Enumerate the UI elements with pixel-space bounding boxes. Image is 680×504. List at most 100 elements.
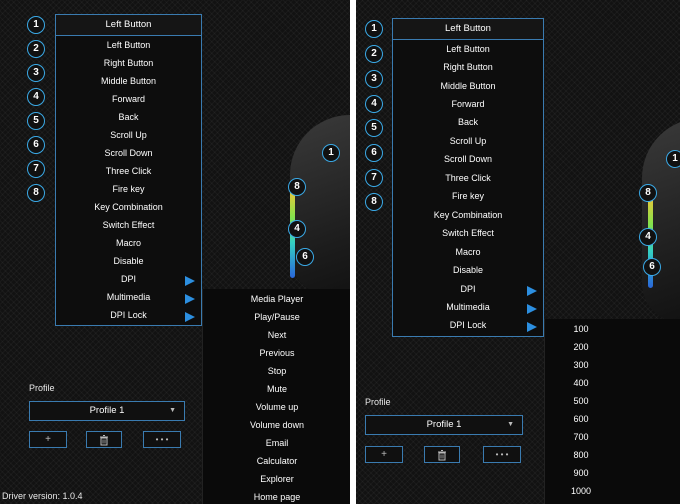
mouse-image xyxy=(290,115,350,295)
menu-item-multimedia[interactable]: Multimedia xyxy=(393,302,543,312)
menu-item-switch-effect[interactable]: Switch Effect xyxy=(56,220,201,230)
function-select-head[interactable]: Left Button xyxy=(392,18,544,40)
button-config-panel-right: 1 2 3 4 5 6 7 8 Left Button Left Button … xyxy=(356,0,680,504)
button-number-3[interactable]: 3 xyxy=(365,70,383,88)
mouse-marker-6[interactable]: 6 xyxy=(643,258,661,276)
button-number-5[interactable]: 5 xyxy=(365,119,383,137)
menu-item-dpi[interactable]: DPI xyxy=(56,274,201,284)
submenu-item-mute[interactable]: Mute xyxy=(203,384,350,394)
submenu-arrow-icon xyxy=(527,286,537,296)
button-config-panel-left: 1 2 3 4 5 6 7 8 Left Button Left Button … xyxy=(0,0,350,504)
profile-label: Profile xyxy=(365,397,391,407)
menu-item-left-button[interactable]: Left Button xyxy=(56,40,201,50)
button-number-6[interactable]: 6 xyxy=(27,136,45,154)
dpi-option-800[interactable]: 800 xyxy=(545,450,617,460)
dpi-option-300[interactable]: 300 xyxy=(545,360,617,370)
profile-select[interactable]: Profile 1 ▼ xyxy=(365,415,523,435)
mouse-marker-8[interactable]: 8 xyxy=(288,178,306,196)
chevron-down-icon: ▼ xyxy=(507,421,514,428)
mouse-marker-8[interactable]: 8 xyxy=(639,184,657,202)
more-options-button[interactable]: • • • xyxy=(483,446,521,463)
button-number-6[interactable]: 6 xyxy=(365,144,383,162)
button-number-2[interactable]: 2 xyxy=(27,40,45,58)
submenu-item-explorer[interactable]: Explorer xyxy=(203,474,350,484)
add-profile-button[interactable]: + xyxy=(29,431,67,448)
add-profile-button[interactable]: + xyxy=(365,446,403,463)
mouse-marker-1[interactable]: 1 xyxy=(322,144,340,162)
profile-select-value: Profile 1 xyxy=(426,419,462,430)
mouse-marker-6[interactable]: 6 xyxy=(296,248,314,266)
dpi-option-600[interactable]: 600 xyxy=(545,414,617,424)
button-number-2[interactable]: 2 xyxy=(365,45,383,63)
submenu-item-volume-down[interactable]: Volume down xyxy=(203,420,350,430)
dpi-submenu: 100 200 300 400 500 600 700 800 900 1000 xyxy=(544,319,680,504)
menu-item-scroll-down[interactable]: Scroll Down xyxy=(393,154,543,164)
menu-item-switch-effect[interactable]: Switch Effect xyxy=(393,228,543,238)
button-number-4[interactable]: 4 xyxy=(365,95,383,113)
button-number-3[interactable]: 3 xyxy=(27,64,45,82)
button-number-7[interactable]: 7 xyxy=(365,169,383,187)
submenu-item-calculator[interactable]: Calculator xyxy=(203,456,350,466)
mouse-marker-4[interactable]: 4 xyxy=(639,228,657,246)
trash-icon xyxy=(100,435,108,446)
menu-item-right-button[interactable]: Right Button xyxy=(393,62,543,72)
button-number-8[interactable]: 8 xyxy=(365,193,383,211)
menu-item-scroll-up[interactable]: Scroll Up xyxy=(393,136,543,146)
menu-item-fire-key[interactable]: Fire key xyxy=(56,184,201,194)
menu-item-middle-button[interactable]: Middle Button xyxy=(393,81,543,91)
menu-item-forward[interactable]: Forward xyxy=(56,94,201,104)
more-options-button[interactable]: • • • xyxy=(143,431,181,448)
button-number-1[interactable]: 1 xyxy=(365,20,383,38)
submenu-item-previous[interactable]: Previous xyxy=(203,348,350,358)
menu-item-three-click[interactable]: Three Click xyxy=(393,173,543,183)
submenu-item-email[interactable]: Email xyxy=(203,438,350,448)
menu-item-dpi-lock[interactable]: DPI Lock xyxy=(56,310,201,320)
dpi-option-700[interactable]: 700 xyxy=(545,432,617,442)
button-number-7[interactable]: 7 xyxy=(27,160,45,178)
dpi-option-500[interactable]: 500 xyxy=(545,396,617,406)
submenu-item-play-pause[interactable]: Play/Pause xyxy=(203,312,350,322)
button-number-5[interactable]: 5 xyxy=(27,112,45,130)
menu-item-macro[interactable]: Macro xyxy=(393,247,543,257)
button-number-8[interactable]: 8 xyxy=(27,184,45,202)
menu-item-forward[interactable]: Forward xyxy=(393,99,543,109)
delete-profile-button[interactable] xyxy=(86,431,122,448)
menu-item-multimedia[interactable]: Multimedia xyxy=(56,292,201,302)
menu-item-dpi[interactable]: DPI xyxy=(393,284,543,294)
dpi-option-1000[interactable]: 1000 xyxy=(545,486,617,496)
dpi-option-400[interactable]: 400 xyxy=(545,378,617,388)
menu-item-macro[interactable]: Macro xyxy=(56,238,201,248)
dpi-option-900[interactable]: 900 xyxy=(545,468,617,478)
menu-item-disable[interactable]: Disable xyxy=(56,256,201,266)
menu-item-fire-key[interactable]: Fire key xyxy=(393,191,543,201)
submenu-item-next[interactable]: Next xyxy=(203,330,350,340)
mouse-marker-4[interactable]: 4 xyxy=(288,220,306,238)
submenu-item-volume-up[interactable]: Volume up xyxy=(203,402,350,412)
submenu-item-home-page[interactable]: Home page xyxy=(203,492,350,502)
menu-item-back[interactable]: Back xyxy=(393,117,543,127)
menu-item-dpi-lock[interactable]: DPI Lock xyxy=(393,320,543,330)
delete-profile-button[interactable] xyxy=(424,446,460,463)
menu-item-middle-button[interactable]: Middle Button xyxy=(56,76,201,86)
menu-item-three-click[interactable]: Three Click xyxy=(56,166,201,176)
menu-item-right-button[interactable]: Right Button xyxy=(56,58,201,68)
submenu-item-stop[interactable]: Stop xyxy=(203,366,350,376)
profile-select-value: Profile 1 xyxy=(89,405,125,416)
trash-icon xyxy=(438,450,446,461)
mouse-marker-1[interactable]: 1 xyxy=(666,150,680,168)
menu-item-key-combination[interactable]: Key Combination xyxy=(56,202,201,212)
submenu-item-media-player[interactable]: Media Player xyxy=(203,294,350,304)
submenu-arrow-icon xyxy=(527,322,537,332)
menu-item-disable[interactable]: Disable xyxy=(393,265,543,275)
function-select-head[interactable]: Left Button xyxy=(55,14,202,36)
dpi-option-200[interactable]: 200 xyxy=(545,342,617,352)
menu-item-key-combination[interactable]: Key Combination xyxy=(393,210,543,220)
menu-item-scroll-up[interactable]: Scroll Up xyxy=(56,130,201,140)
profile-select[interactable]: Profile 1 ▼ xyxy=(29,401,185,421)
button-number-4[interactable]: 4 xyxy=(27,88,45,106)
dpi-option-100[interactable]: 100 xyxy=(545,324,617,334)
button-number-1[interactable]: 1 xyxy=(27,16,45,34)
menu-item-scroll-down[interactable]: Scroll Down xyxy=(56,148,201,158)
menu-item-back[interactable]: Back xyxy=(56,112,201,122)
menu-item-left-button[interactable]: Left Button xyxy=(393,44,543,54)
